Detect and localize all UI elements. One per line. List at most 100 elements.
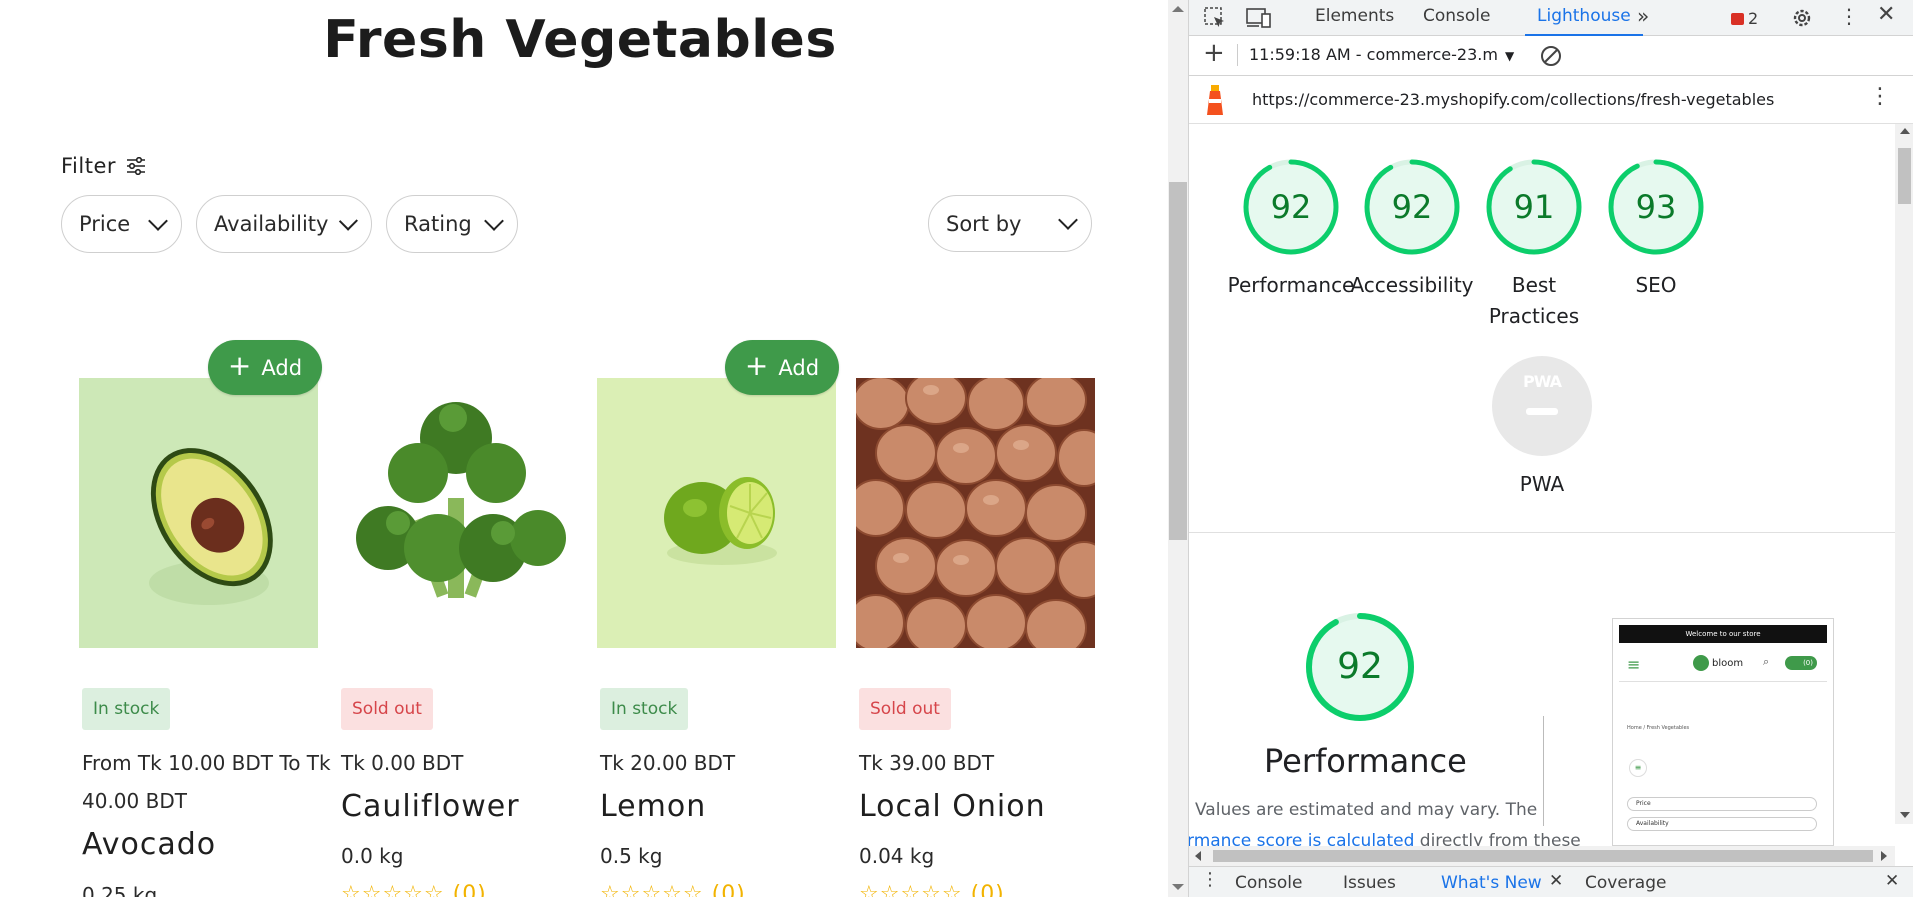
score-label: SEO [1635, 273, 1677, 297]
tab-lighthouse[interactable]: Lighthouse [1525, 0, 1643, 36]
product-name[interactable]: Avocado [82, 827, 216, 862]
settings-gear-icon[interactable] [1790, 6, 1814, 30]
score-value: 92 [1391, 188, 1433, 226]
chevron-down-icon [484, 210, 504, 231]
issue-flag-icon [1731, 12, 1744, 25]
thumb-banner: Welcome to our store [1619, 625, 1827, 643]
scroll-up-arrow-icon[interactable] [1900, 128, 1910, 134]
sliders-icon [127, 157, 146, 175]
thumb-brand: bloom [1712, 657, 1744, 669]
inspect-element-icon[interactable] [1203, 6, 1227, 30]
score-value: 92 [1270, 188, 1312, 226]
scrollbar-thumb[interactable] [1169, 182, 1187, 540]
score-value: 93 [1635, 188, 1677, 226]
product-price: Tk 20.00 BDT [600, 751, 736, 775]
scrollbar-thumb[interactable] [1898, 148, 1911, 204]
sort-label: Sort by [946, 211, 1022, 236]
score-gauge-accessibility[interactable]: 92 [1362, 157, 1462, 257]
thumb-price-select: Price [1627, 797, 1817, 811]
product-image-local-onion[interactable] [856, 378, 1095, 648]
score-gauge-best-practices[interactable]: 91 [1484, 157, 1584, 257]
score-gauge-performance[interactable]: 92 [1241, 157, 1341, 257]
drawer-tab-console[interactable]: Console [1235, 873, 1303, 893]
pwa-dash-icon [1526, 408, 1558, 415]
product-image-avocado[interactable] [79, 378, 318, 648]
product-weight: 0.04 kg [859, 844, 935, 868]
close-drawer-icon[interactable]: ✕ [1885, 871, 1899, 891]
device-toolbar-icon[interactable] [1245, 6, 1273, 30]
rating-filter-label: Rating [404, 212, 472, 236]
add-label: Add [261, 355, 303, 380]
product-name[interactable]: Cauliflower [341, 789, 520, 824]
drawer-tab-whats-new[interactable]: What's New [1441, 873, 1542, 893]
store-page: Fresh Vegetables Filter Price Availabili… [0, 0, 1168, 897]
thumb-filter-icon: ≡ [1629, 759, 1647, 777]
performance-score: 92 [1337, 646, 1383, 687]
page-scrollbar[interactable] [1168, 0, 1188, 897]
thumb-menu-icon: ≡ [1627, 655, 1641, 674]
drawer-tab-coverage[interactable]: Coverage [1585, 873, 1666, 893]
h-scrollbar-thumb[interactable] [1213, 850, 1873, 862]
clear-reports-icon[interactable] [1540, 45, 1562, 67]
report-menu-icon[interactable]: ⋮ [1869, 84, 1891, 109]
lighthouse-url-bar: https://commerce-23.myshopify.com/collec… [1189, 76, 1913, 124]
product-image-lemon[interactable] [597, 378, 836, 648]
score-gauge-seo[interactable]: 93 [1606, 157, 1706, 257]
more-options-icon[interactable]: ⋮ [1839, 4, 1859, 28]
status-badge: In stock [82, 688, 171, 730]
rating-stars: ☆☆☆☆☆ (0) [600, 882, 746, 897]
lighthouse-toolbar: + 11:59:18 AM - commerce-23.m ▼ [1189, 36, 1913, 76]
rating-stars: ☆☆☆☆☆ (0) [341, 882, 487, 897]
scroll-left-arrow-icon[interactable] [1195, 851, 1201, 861]
performance-title: Performance [1264, 742, 1467, 780]
sort-dropdown[interactable]: Sort by [928, 195, 1092, 252]
score-value: 91 [1513, 188, 1555, 226]
drawer-tab-issues[interactable]: Issues [1343, 873, 1396, 893]
issues-count: 2 [1748, 9, 1759, 28]
scroll-right-arrow-icon[interactable] [1881, 851, 1887, 861]
product-name[interactable]: Local Onion [859, 789, 1046, 824]
add-label: Add [778, 355, 820, 380]
product-name[interactable]: Lemon [600, 789, 706, 824]
status-badge: Sold out [859, 688, 951, 730]
report-selector[interactable]: 11:59:18 AM - commerce-23.m ▼ [1249, 45, 1514, 64]
report-time: 11:59:18 AM - commerce-23.m [1249, 45, 1498, 64]
thumb-logo: bloom [1693, 655, 1743, 671]
scroll-down-arrow-icon[interactable] [1172, 884, 1184, 890]
close-tab-icon[interactable]: ✕ [1549, 871, 1563, 891]
rating-filter-dropdown[interactable]: Rating [386, 195, 518, 253]
pwa-gauge[interactable]: PWA [1492, 356, 1592, 456]
product-image-cauliflower[interactable] [338, 378, 577, 648]
add-to-cart-button-avocado[interactable]: + Add [208, 340, 322, 395]
devtools-panel: Elements Console Lighthouse » 2 ⋮ ✕ + 11… [1188, 0, 1913, 897]
scroll-down-arrow-icon[interactable] [1900, 812, 1910, 818]
rating-stars: ☆☆☆☆☆ (0) [859, 882, 1005, 897]
tab-console[interactable]: Console [1423, 0, 1491, 36]
more-tabs-icon[interactable]: » [1637, 0, 1649, 36]
scroll-up-arrow-icon[interactable] [1172, 6, 1184, 12]
price-filter-dropdown[interactable]: Price [61, 195, 182, 253]
tab-elements[interactable]: Elements [1315, 0, 1394, 36]
availability-filter-label: Availability [214, 212, 329, 236]
chevron-down-icon [148, 210, 168, 231]
lighthouse-logo-icon [1207, 85, 1223, 115]
drawer-menu-icon[interactable]: ⋮ [1201, 869, 1219, 890]
status-badge: Sold out [341, 688, 433, 730]
plus-icon: + [744, 349, 769, 382]
final-screenshot-thumbnail[interactable]: Welcome to our store ≡ bloom ⌕ (0) Home … [1612, 618, 1834, 846]
price-filter-label: Price [79, 212, 131, 236]
score-label: Accessibility [1350, 273, 1474, 297]
devtools-vertical-scrollbar[interactable] [1895, 124, 1913, 824]
plus-icon: + [227, 349, 252, 382]
availability-filter-dropdown[interactable]: Availability [196, 195, 372, 253]
chevron-down-icon [1058, 210, 1078, 230]
close-devtools-icon[interactable]: ✕ [1877, 2, 1895, 27]
drawer-tab-bar: ⋮ Console Issues What's New ✕ Coverage ✕ [1189, 866, 1913, 897]
filter-toggle[interactable]: Filter [61, 154, 146, 178]
thumb-breadcrumb: Home / Fresh Vegetables [1627, 725, 1690, 731]
issues-counter[interactable]: 2 [1731, 9, 1758, 28]
new-report-plus-icon[interactable]: + [1203, 38, 1225, 68]
devtools-horizontal-scrollbar[interactable] [1189, 846, 1895, 866]
add-to-cart-button-lemon[interactable]: + Add [725, 340, 839, 395]
thumb-cart: (0) [1785, 656, 1817, 670]
